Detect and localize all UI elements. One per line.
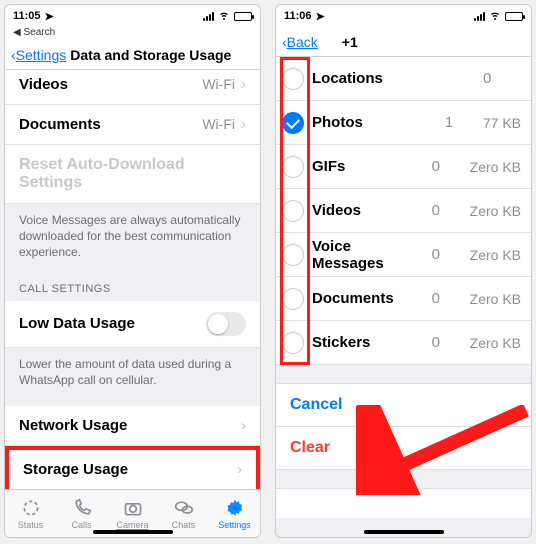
status-bar: 11:05 ➤ [5,5,260,27]
media-size: Zero KB [470,335,521,351]
media-count: 0 [432,158,462,175]
row-videos[interactable]: Videos Wi-Fi › [5,70,260,105]
row-label: Network Usage [19,417,127,434]
status-time: 11:05 [13,10,41,22]
camera-icon [123,498,143,518]
media-size: Zero KB [470,247,521,263]
media-label: GIFs [312,158,424,175]
chevron-right-icon: › [241,116,246,133]
reset-auto-download[interactable]: Reset Auto-Download Settings [5,145,260,204]
media-row-locations[interactable]: Locations 0 [276,57,531,101]
battery-icon [505,12,523,21]
row-label: Low Data Usage [19,315,135,332]
nav-bar: ‹ Back +1 [276,27,531,57]
media-label: Videos [312,202,424,219]
left-phone: 11:05 ➤ ◀ Search ‹ Settings Data and Sto… [4,4,261,538]
location-arrow-icon: ➤ [316,10,325,23]
chevron-right-icon: › [237,461,242,478]
home-indicator[interactable] [93,530,173,534]
wifi-icon [489,9,501,24]
media-row-gifs[interactable]: GIFs 0 Zero KB [276,145,531,189]
row-documents[interactable]: Documents Wi-Fi › [5,105,260,145]
low-data-toggle[interactable] [206,312,246,336]
voice-note-text: Voice Messages are always automatically … [5,204,260,269]
media-count: 0 [432,334,462,351]
media-type-list: Locations0Photos177 KBGIFs0Zero KBVideos… [276,57,531,365]
media-count: 0 [483,70,513,87]
location-arrow-icon: ➤ [45,10,54,23]
row-network-usage[interactable]: Network Usage › [5,406,260,446]
nav-bar: ‹ Settings Data and Storage Usage [5,40,260,70]
media-row-photos[interactable]: Photos 1 77 KB [276,101,531,145]
media-label: Voice Messages [312,238,424,272]
chevron-right-icon: › [241,417,246,434]
right-phone: 11:06 ➤ ‹ Back +1 Locations 0 Photos 1 77 KB… [275,4,532,538]
media-count: 0 [432,246,462,263]
annotation-highlight [280,57,310,365]
battery-icon [234,12,252,21]
phone-icon [72,498,92,518]
row-storage-usage[interactable]: Storage Usage › [5,446,260,489]
media-row-documents[interactable]: Documents 0 Zero KB [276,277,531,321]
row-label: Documents [19,116,101,133]
low-data-note: Lower the amount of data used during a W… [5,348,260,396]
back-button[interactable]: ‹ Settings [11,47,66,63]
tab-status[interactable]: Status [5,490,56,537]
media-count: 1 [445,114,475,131]
media-size: Zero KB [470,203,521,219]
media-row-videos[interactable]: Videos 0 Zero KB [276,189,531,233]
page-title: +1 [342,34,358,50]
media-count: 0 [432,202,462,219]
status-bar: 11:06 ➤ [276,5,531,27]
row-label: Videos [19,76,68,93]
row-value: Wi-Fi [202,116,235,132]
row-label: Storage Usage [23,461,128,478]
media-size: Zero KB [470,159,521,175]
status-icon [21,498,41,518]
media-label: Locations [312,70,475,87]
row-low-data: Low Data Usage [5,301,260,348]
row-value: Wi-Fi [202,76,235,92]
media-size: Zero KB [470,291,521,307]
back-to-search[interactable]: ◀ Search [5,27,260,40]
chats-icon [174,498,194,518]
media-label: Photos [312,114,437,131]
page-title: Data and Storage Usage [70,47,231,63]
media-row-stickers[interactable]: Stickers 0 Zero KB [276,321,531,365]
section-header-call: CALL SETTINGS [5,269,260,301]
chevron-right-icon: › [241,76,246,93]
home-indicator[interactable] [364,530,444,534]
media-row-voice-messages[interactable]: Voice Messages 0 Zero KB [276,233,531,277]
back-button[interactable]: ‹ Back [282,34,318,50]
signal-icon [474,12,485,21]
gear-icon [225,498,245,518]
clear-button[interactable]: Clear [276,427,531,470]
wifi-icon [218,9,230,24]
media-count: 0 [432,290,462,307]
tab-settings[interactable]: Settings [209,490,260,537]
status-time: 11:06 [284,10,312,22]
media-label: Documents [312,290,424,307]
cancel-button[interactable]: Cancel [276,383,531,427]
media-label: Stickers [312,334,424,351]
media-size: 77 KB [483,115,521,131]
signal-icon [203,12,214,21]
